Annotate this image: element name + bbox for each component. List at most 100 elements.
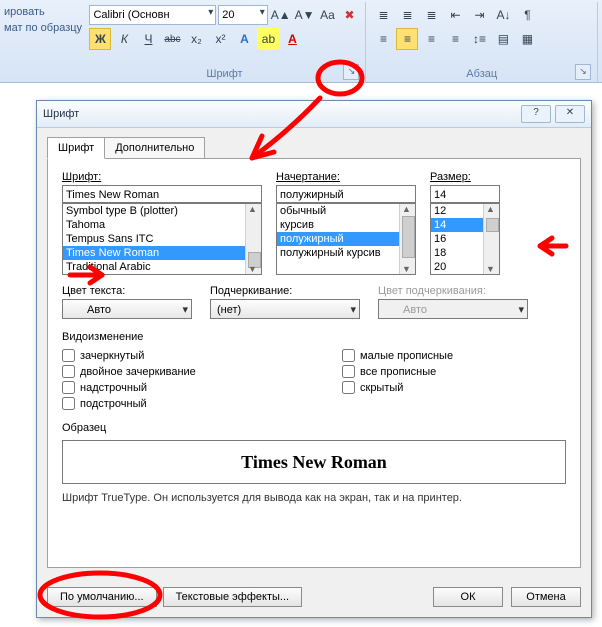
preview-title: Образец bbox=[62, 422, 566, 434]
caption-text: Шрифт bbox=[206, 68, 242, 80]
tab-panel-font: Шрифт: Times New Roman Symbol type B (pl… bbox=[47, 158, 581, 568]
font-listbox[interactable]: Symbol type B (plotter) Tahoma Tempus Sa… bbox=[62, 203, 262, 275]
chk-label: двойное зачеркивание bbox=[80, 366, 196, 378]
dialog-title: Шрифт bbox=[43, 108, 79, 120]
chk-label: надстрочный bbox=[80, 382, 147, 394]
list-item[interactable]: обычный bbox=[277, 204, 415, 218]
close-button[interactable]: ✕ bbox=[555, 105, 585, 123]
ribbon-text: ировать bbox=[4, 6, 83, 18]
list-item[interactable]: полужирный курсив bbox=[277, 246, 415, 260]
effects-title: Видоизменение bbox=[62, 331, 566, 343]
chk-allcaps[interactable]: все прописные bbox=[342, 365, 453, 378]
align-center-icon[interactable]: ≡ bbox=[396, 28, 418, 50]
ucolor-label: Цвет подчеркивания: bbox=[378, 285, 528, 297]
chk-subscript[interactable]: подстрочный bbox=[62, 397, 342, 410]
chk-label: зачеркнутый bbox=[80, 350, 144, 362]
chk-hidden[interactable]: скрытый bbox=[342, 381, 453, 394]
cancel-button[interactable]: Отмена bbox=[511, 587, 581, 607]
chk-label: скрытый bbox=[360, 382, 403, 394]
shading-icon[interactable]: ▤ bbox=[492, 28, 514, 50]
underline-button[interactable]: Ч bbox=[137, 28, 159, 50]
sort-icon[interactable]: A↓ bbox=[492, 4, 514, 26]
change-case-icon[interactable]: Aa bbox=[318, 4, 338, 26]
numbering-icon[interactable]: ≣ bbox=[396, 4, 418, 26]
style-listbox[interactable]: обычный курсив полужирный полужирный кур… bbox=[276, 203, 416, 275]
size-label: Размер: bbox=[430, 171, 500, 183]
font-description: Шрифт TrueType. Он используется для выво… bbox=[62, 492, 566, 504]
size-listbox[interactable]: 12 14 16 18 20 bbox=[430, 203, 500, 275]
chk-label: малые прописные bbox=[360, 350, 453, 362]
chk-dblstrike[interactable]: двойное зачеркивание bbox=[62, 365, 342, 378]
list-item[interactable]: полужирный bbox=[277, 232, 415, 246]
font-dialog-launcher[interactable]: ↘ bbox=[343, 64, 359, 80]
scrollbar[interactable] bbox=[483, 204, 499, 274]
chk-strike[interactable]: зачеркнутый bbox=[62, 349, 342, 362]
default-button[interactable]: По умолчанию... bbox=[47, 587, 157, 607]
list-item[interactable]: Tempus Sans ITC bbox=[63, 232, 261, 246]
clipboard-fragment: ировать мат по образцу bbox=[4, 2, 83, 82]
para-dialog-launcher[interactable]: ↘ bbox=[575, 64, 591, 80]
superscript-button[interactable]: x² bbox=[209, 28, 231, 50]
tab-strip: Шрифт Дополнительно bbox=[47, 136, 591, 158]
preview-box: Times New Roman bbox=[62, 440, 566, 484]
chk-label: подстрочный bbox=[80, 398, 147, 410]
dialog-buttons: По умолчанию... Текстовые эффекты... ОК … bbox=[47, 587, 581, 607]
underline-color-combo: Авто bbox=[378, 299, 528, 319]
font-name-combo[interactable]: Calibri (Основн bbox=[89, 5, 216, 25]
bullets-icon[interactable]: ≣ bbox=[372, 4, 394, 26]
list-item[interactable]: Tahoma bbox=[63, 218, 261, 232]
caption-text: Абзац bbox=[466, 68, 497, 80]
tab-advanced[interactable]: Дополнительно bbox=[104, 137, 205, 159]
shrink-font-icon[interactable]: A▼ bbox=[294, 4, 316, 26]
line-spacing-icon[interactable]: ↕≡ bbox=[468, 28, 490, 50]
bold-button[interactable]: Ж bbox=[89, 28, 111, 50]
tab-font[interactable]: Шрифт bbox=[47, 137, 105, 159]
chk-smallcaps[interactable]: малые прописные bbox=[342, 349, 453, 362]
group-caption-para: Абзац ↘ bbox=[372, 66, 591, 82]
group-caption-font: Шрифт ↘ bbox=[89, 66, 359, 82]
list-item[interactable]: Times New Roman bbox=[63, 246, 261, 260]
titlebar[interactable]: Шрифт ? ✕ bbox=[37, 101, 591, 128]
list-item[interactable]: Traditional Arabic bbox=[63, 260, 261, 274]
scrollbar[interactable] bbox=[245, 204, 261, 274]
indent-inc-icon[interactable]: ⇥ bbox=[468, 4, 490, 26]
italic-button[interactable]: К bbox=[113, 28, 135, 50]
underline-combo[interactable]: (нет) bbox=[210, 299, 360, 319]
highlight-icon[interactable]: ab bbox=[257, 28, 279, 50]
style-label: Начертание: bbox=[276, 171, 416, 183]
strike-button[interactable]: abc bbox=[161, 28, 183, 50]
clear-format-icon[interactable]: ✖ bbox=[340, 4, 360, 26]
font-color-icon[interactable]: A bbox=[281, 28, 303, 50]
help-button[interactable]: ? bbox=[521, 105, 551, 123]
ribbon-group-paragraph: ≣ ≣ ≣ ⇤ ⇥ A↓ ¶ ≡ ≡ ≡ ≡ ↕≡ ▤ ▦ Абзац ↘ bbox=[366, 2, 598, 82]
borders-icon[interactable]: ▦ bbox=[516, 28, 538, 50]
multilevel-icon[interactable]: ≣ bbox=[420, 4, 442, 26]
justify-icon[interactable]: ≡ bbox=[444, 28, 466, 50]
font-style-input[interactable]: полужирный bbox=[276, 185, 416, 203]
font-dialog: Шрифт ? ✕ Шрифт Дополнительно Шрифт: Tim… bbox=[36, 100, 592, 618]
font-name-input[interactable]: Times New Roman bbox=[62, 185, 262, 203]
chk-label: все прописные bbox=[360, 366, 436, 378]
text-effects-icon[interactable]: A bbox=[233, 28, 255, 50]
text-effects-button[interactable]: Текстовые эффекты... bbox=[163, 587, 303, 607]
ribbon-text: мат по образцу bbox=[4, 22, 83, 34]
ribbon: ировать мат по образцу Calibri (Основн 2… bbox=[0, 0, 602, 83]
font-size-input[interactable]: 14 bbox=[430, 185, 500, 203]
underline-label: Подчеркивание: bbox=[210, 285, 360, 297]
font-size-combo[interactable]: 20 bbox=[218, 5, 268, 25]
ok-button[interactable]: ОК bbox=[433, 587, 503, 607]
grow-font-icon[interactable]: A▲ bbox=[270, 4, 292, 26]
subscript-button[interactable]: x₂ bbox=[185, 28, 207, 50]
ribbon-group-font: Calibri (Основн 20 A▲ A▼ Aa ✖ Ж К Ч abc … bbox=[83, 2, 366, 82]
font-color-combo[interactable]: Авто bbox=[62, 299, 192, 319]
scrollbar[interactable] bbox=[399, 204, 415, 274]
list-item[interactable]: Symbol type B (plotter) bbox=[63, 204, 261, 218]
show-marks-icon[interactable]: ¶ bbox=[516, 4, 538, 26]
preview-text: Times New Roman bbox=[241, 452, 387, 473]
font-label: Шрифт: bbox=[62, 171, 262, 183]
align-right-icon[interactable]: ≡ bbox=[420, 28, 442, 50]
list-item[interactable]: курсив bbox=[277, 218, 415, 232]
chk-superscript[interactable]: надстрочный bbox=[62, 381, 342, 394]
align-left-icon[interactable]: ≡ bbox=[372, 28, 394, 50]
indent-dec-icon[interactable]: ⇤ bbox=[444, 4, 466, 26]
